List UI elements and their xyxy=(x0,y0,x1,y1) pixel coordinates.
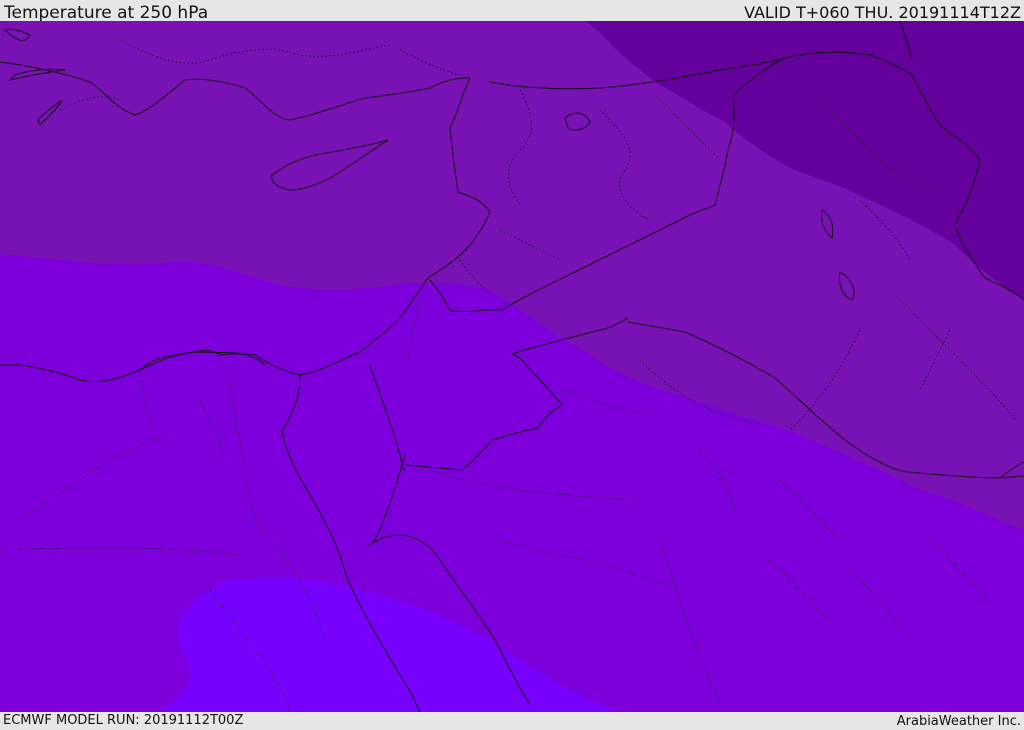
temperature-map[interactable] xyxy=(0,21,1024,712)
header-bar: Temperature at 250 hPa VALID T+060 THU. … xyxy=(0,0,1024,23)
map-canvas xyxy=(0,21,1024,712)
valid-time-label: VALID T+060 THU. 20191114T12Z xyxy=(744,3,1021,22)
footer-bar: ECMWF MODEL RUN: 20191112T00Z ArabiaWeat… xyxy=(0,712,1024,729)
map-title: Temperature at 250 hPa xyxy=(4,3,209,23)
credit-label: ArabiaWeather Inc. xyxy=(896,714,1021,729)
model-run-label: ECMWF MODEL RUN: 20191112T00Z xyxy=(3,713,244,728)
